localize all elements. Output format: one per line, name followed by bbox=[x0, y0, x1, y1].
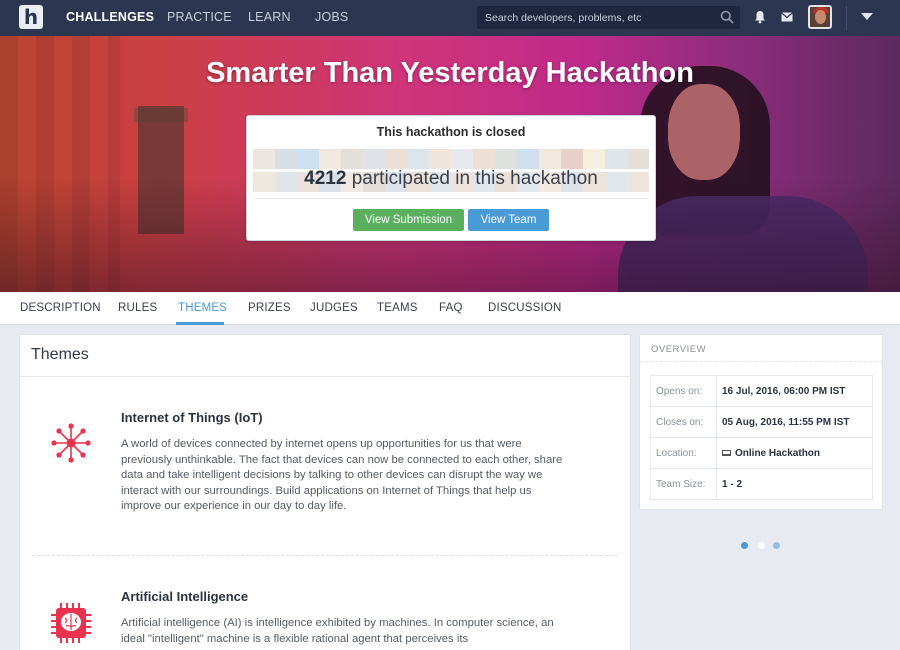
tab-description[interactable]: DESCRIPTION bbox=[20, 292, 101, 325]
tab-prizes[interactable]: PRIZES bbox=[248, 292, 291, 325]
search-input[interactable] bbox=[477, 6, 712, 29]
hackathon-status-card: This hackathon is closed 4212 participat… bbox=[246, 115, 656, 241]
nav-learn[interactable]: LEARN bbox=[248, 0, 291, 36]
team-size-value: 1 - 2 bbox=[716, 468, 873, 500]
participant-count: 4212 bbox=[304, 168, 347, 189]
location-value: Online Hackathon bbox=[735, 447, 821, 459]
status-text: This hackathon is closed bbox=[376, 125, 526, 139]
network-nodes-icon bbox=[51, 423, 91, 463]
participant-count-text: 4212 participated in this hackathon bbox=[247, 168, 655, 190]
brain-chip-icon bbox=[51, 603, 91, 643]
participated-label: participated in this hackathon bbox=[351, 168, 598, 189]
location-cell: Online Hackathon bbox=[716, 437, 873, 469]
themes-heading: Themes bbox=[31, 346, 89, 363]
closes-label: Closes on: bbox=[650, 406, 717, 438]
card-divider bbox=[255, 198, 647, 199]
tab-judges[interactable]: JUDGES bbox=[310, 292, 358, 325]
nav-practice[interactable]: PRACTICE bbox=[167, 0, 232, 36]
themes-panel: Themes Internet of Things (IoT) A world … bbox=[19, 334, 631, 650]
location-label: Location: bbox=[650, 437, 717, 469]
closes-value: 05 Aug, 2016, 11:55 PM IST bbox=[716, 406, 873, 438]
tab-faq[interactable]: FAQ bbox=[439, 292, 463, 325]
tab-themes[interactable]: THEMES bbox=[178, 292, 227, 325]
chevron-down-icon[interactable] bbox=[861, 13, 873, 20]
overview-row-opens: Opens on: 16 Jul, 2016, 06:00 PM IST bbox=[650, 375, 873, 407]
theme-title-iot: Internet of Things (IoT) bbox=[121, 410, 263, 425]
active-tab-indicator bbox=[176, 322, 224, 325]
view-submission-button[interactable]: View Submission bbox=[353, 209, 464, 231]
overview-table: Opens on: 16 Jul, 2016, 06:00 PM IST Clo… bbox=[650, 375, 873, 500]
opens-label: Opens on: bbox=[650, 375, 717, 407]
theme-divider bbox=[32, 555, 618, 556]
hero-banner: Smarter Than Yesterday Hackathon This ha… bbox=[0, 36, 900, 292]
tab-rules[interactable]: RULES bbox=[118, 292, 157, 325]
bell-icon[interactable] bbox=[754, 10, 766, 24]
laptop-icon bbox=[722, 449, 731, 456]
carousel-dot[interactable] bbox=[741, 542, 748, 549]
theme-description-ai: Artificial intelligence (AI) is intellig… bbox=[121, 617, 554, 645]
search-icon[interactable] bbox=[720, 10, 734, 24]
nav-jobs[interactable]: JOBS bbox=[315, 0, 348, 36]
tab-teams[interactable]: TEAMS bbox=[377, 292, 418, 325]
nav-challenges[interactable]: CHALLENGES bbox=[66, 0, 154, 36]
carousel-dot[interactable] bbox=[773, 542, 780, 549]
tab-discussion[interactable]: DISCUSSION bbox=[488, 292, 562, 325]
hackerearth-logo[interactable]: h bbox=[19, 5, 43, 29]
nav-divider bbox=[846, 6, 847, 30]
overview-row-team-size: Team Size: 1 - 2 bbox=[650, 468, 873, 500]
top-navbar: h CHALLENGES PRACTICE LEARN JOBS bbox=[0, 0, 900, 36]
mail-icon[interactable] bbox=[781, 12, 793, 22]
overview-divider bbox=[640, 361, 882, 362]
hackathon-tabs: DESCRIPTION RULES THEMES PRIZES JUDGES T… bbox=[0, 292, 900, 325]
theme-title-ai: Artificial Intelligence bbox=[121, 589, 249, 604]
overview-heading: OVERVIEW bbox=[651, 344, 707, 355]
overview-row-location: Location: Online Hackathon bbox=[650, 437, 873, 469]
user-avatar[interactable] bbox=[808, 5, 832, 29]
view-team-button[interactable]: View Team bbox=[468, 209, 549, 231]
opens-value: 16 Jul, 2016, 06:00 PM IST bbox=[716, 375, 873, 407]
theme-description-iot: A world of devices connected by internet… bbox=[121, 438, 563, 512]
hackathon-title: Smarter Than Yesterday Hackathon bbox=[206, 57, 694, 89]
overview-row-closes: Closes on: 05 Aug, 2016, 11:55 PM IST bbox=[650, 406, 873, 438]
team-size-label: Team Size: bbox=[650, 468, 717, 500]
search-box bbox=[477, 6, 740, 29]
themes-header: Themes bbox=[20, 335, 630, 377]
overview-panel: OVERVIEW Opens on: 16 Jul, 2016, 06:00 P… bbox=[639, 334, 883, 510]
carousel-dot[interactable] bbox=[758, 542, 765, 549]
